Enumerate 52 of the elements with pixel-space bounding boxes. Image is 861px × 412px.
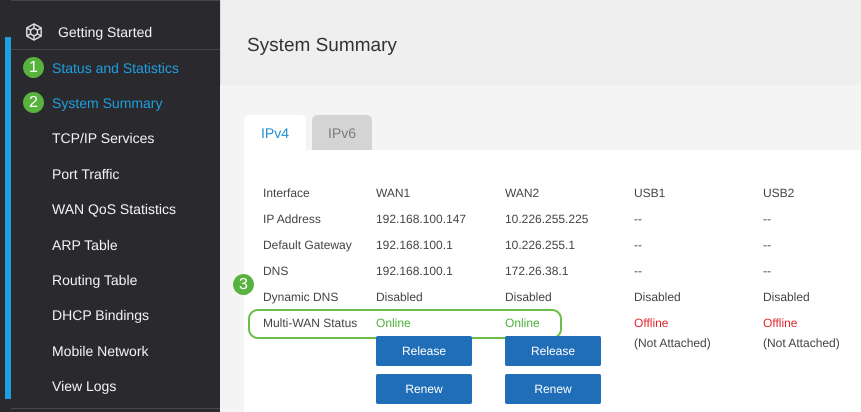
table-cell-text: Offline bbox=[763, 316, 798, 330]
menu-item[interactable]: Port Traffic bbox=[52, 166, 120, 182]
row-label: Interface bbox=[263, 186, 311, 200]
table-cell-text: Online bbox=[505, 316, 541, 330]
table-cell-text: -- bbox=[763, 238, 772, 252]
callout-badge: 1 bbox=[23, 57, 44, 78]
table-cell-text: -- bbox=[763, 264, 772, 278]
menu-item[interactable]: System Summary bbox=[52, 95, 162, 112]
action-button[interactable]: Renew bbox=[376, 374, 472, 404]
table-cell-text: WAN1 bbox=[376, 186, 412, 200]
menu-item[interactable]: Routing Table bbox=[52, 272, 138, 288]
table-cell-text: USB1 bbox=[634, 186, 666, 200]
action-button[interactable]: Release bbox=[376, 336, 472, 366]
action-button[interactable]: Release bbox=[505, 336, 601, 366]
row-label: Default Gateway bbox=[263, 238, 353, 252]
table-cell-text: 10.226.255.1 bbox=[505, 238, 576, 252]
table-cell-text: -- bbox=[634, 212, 643, 226]
menu-item[interactable]: Status and Statistics bbox=[52, 60, 179, 76]
table-cell-text: Disabled bbox=[505, 290, 553, 304]
table-cell-text: 172.26.38.1 bbox=[505, 264, 570, 278]
table-cell-text: USB2 bbox=[763, 186, 796, 200]
table-cell-text: 192.168.100.1 bbox=[376, 238, 454, 252]
callout-badge: 2 bbox=[23, 92, 44, 114]
table-cell-text: WAN2 bbox=[505, 186, 540, 200]
table-cell-text: -- bbox=[634, 238, 643, 252]
table-cell-text: -- bbox=[634, 264, 643, 278]
table-cell-text: Disabled bbox=[376, 290, 424, 304]
action-button[interactable]: Renew bbox=[505, 374, 601, 404]
row-label: Dynamic DNS bbox=[263, 290, 340, 304]
table-cell-text: Offline bbox=[634, 316, 670, 330]
table-cell-text: (Not Attached) bbox=[763, 336, 841, 350]
row-label: IP Address bbox=[263, 212, 322, 226]
menu-item[interactable]: View Logs bbox=[52, 378, 116, 394]
menu-item[interactable]: Mobile Network bbox=[52, 342, 148, 359]
table-cell-text: 10.226.255.225 bbox=[505, 212, 590, 226]
menu-item[interactable]: ARP Table bbox=[52, 236, 118, 253]
tab[interactable]: IPv4 bbox=[244, 115, 306, 150]
row-label: Multi-WAN Status bbox=[263, 316, 358, 330]
table-cell-text: Online bbox=[376, 316, 412, 330]
menu-item[interactable]: Getting Started bbox=[58, 24, 152, 40]
table-cell-text: 192.168.100.1 bbox=[376, 264, 454, 278]
table-cell-text: -- bbox=[763, 212, 772, 226]
row-label: DNS bbox=[263, 264, 290, 278]
callout-badge: 3 bbox=[233, 274, 254, 295]
page-title: System Summary bbox=[247, 34, 397, 56]
menu-item[interactable]: TCP/IP Services bbox=[52, 130, 154, 146]
table-cell-text: 192.168.100.147 bbox=[376, 212, 468, 226]
table-cell-text: Disabled bbox=[634, 290, 682, 304]
menu-item[interactable]: DHCP Bindings bbox=[52, 307, 150, 324]
table-cell-text: (Not Attached) bbox=[634, 336, 712, 350]
menu-item[interactable]: WAN QoS Statistics bbox=[52, 201, 176, 218]
table-cell-text: Disabled bbox=[763, 290, 811, 304]
